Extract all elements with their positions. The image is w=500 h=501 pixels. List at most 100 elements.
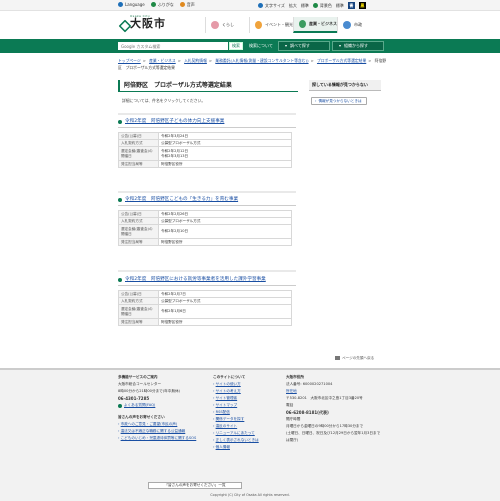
table-row: 入札契約方式 公募型プロポーザル方式 — [118, 217, 292, 226]
text-size-label: 文字サイズ — [258, 3, 285, 8]
color-blue-button[interactable]: 青 — [347, 2, 355, 9]
row-value: 公募型プロポーザル方式 — [158, 297, 292, 306]
row-value: 令和2年2月7日 — [158, 290, 292, 299]
footer-link[interactable]: サイト管理者 — [213, 395, 283, 402]
row-label: 発注担当局等 — [118, 318, 159, 327]
footer-link[interactable]: サイトの使い方 — [213, 381, 283, 388]
footer-link[interactable]: 違反のサイト — [213, 423, 283, 430]
table-row: 選定会議(審査会)の開催日 令和2年2月10日 — [118, 224, 292, 240]
event-icon — [255, 21, 262, 29]
office-closed-days: (土曜日、日曜日、祝日及び12月29日から翌年1月3日までは閉庁) — [286, 431, 381, 442]
not-found-help-button[interactable]: › 情報が見つからないときは — [311, 97, 367, 105]
corporate-number: 法人番号: 6000020271004 — [286, 382, 333, 386]
footer-city-office: 大阪市役所 法人番号: 6000020271004 所在地 〒530-8201 … — [286, 374, 382, 444]
speech-link[interactable]: 音声 — [179, 2, 195, 8]
enlarge-button[interactable]: 拡大 — [289, 3, 297, 8]
footer-link[interactable]: サイトの考え方 — [213, 388, 283, 395]
standard-size-button[interactable]: 標準 — [301, 3, 309, 8]
sidebar: 探している情報が見つからない › 情報が見つからないときは — [309, 80, 381, 105]
breadcrumb-link[interactable]: 入札契約情報 — [184, 58, 207, 63]
breadcrumb: トップページ > 産業・ビジネス > 入札契約情報 > 業務委託(入札情報(測量・建設… — [118, 57, 388, 71]
section-divider — [118, 191, 296, 193]
breadcrumb-link[interactable]: トップページ — [118, 58, 141, 63]
faq-link[interactable]: よくある質問(FAQ) — [118, 402, 218, 409]
row-label: 選定会議(審査会)の開催日 — [118, 146, 159, 162]
call-center-hours: 8時00分から21時00分まで(年中無休) — [118, 389, 180, 393]
call-center-name: 大阪市総合コールセンター — [118, 382, 162, 386]
section-heading: 令和2年度 阿倍野区子どもの体力向上支援事業 — [118, 119, 296, 129]
table-row: 公告(公募)日 令和2年2月26日 — [118, 210, 292, 219]
row-value: 公募型プロポーザル方式 — [158, 139, 292, 148]
row-label: 選定会議(審査会)の開催日 — [118, 224, 159, 240]
table-row: 公告(公募)日 令和2年3月24日 — [118, 132, 292, 141]
utility-right: 文字サイズ 拡大 標準 背景色 標準 青 黒 — [258, 2, 366, 9]
breadcrumb-link[interactable]: 業務委託(入札情報(測量・建設コンサルタント等含む)) — [215, 58, 308, 63]
footer-heading: 多機能サービスのご案内 — [118, 375, 158, 379]
language-link[interactable]: Language — [118, 2, 145, 8]
section-title-link[interactable]: 令和2年度 阿倍野区こどもの「生きる力」を育む事業 — [125, 197, 238, 203]
row-value: 阿倍野区役所 — [158, 160, 292, 169]
voice-heading: 皆さんの声をお寄せください — [118, 415, 165, 419]
palette-icon — [312, 2, 318, 8]
footer-link[interactable]: RSS配信 — [213, 409, 283, 416]
utility-left: Language ふりがな 音声 — [118, 2, 195, 8]
arrow-right-icon — [118, 278, 122, 283]
voice-list-button[interactable]: 「皆さんの声をお寄せください」一覧 — [148, 482, 242, 489]
house-icon — [211, 21, 219, 29]
access-link[interactable]: 所在地 — [286, 388, 382, 395]
browse-by-org-button[interactable]: ▾ 組織から探す — [332, 41, 384, 51]
section-title-link[interactable]: 令和2年度 阿倍野区子どもの体力向上支援事業 — [125, 119, 224, 125]
row-label: 公告(公募)日 — [118, 290, 159, 299]
logo-subtitle: Osaka City — [130, 14, 151, 18]
furigana-icon — [150, 2, 156, 8]
footer-link[interactable]: 違法又は不適正な職務に関する公益通報 — [118, 428, 218, 435]
color-black-button[interactable]: 黒 — [358, 2, 366, 9]
call-center-phone: 06-4301-7285 — [118, 396, 150, 401]
faq-icon — [118, 403, 122, 408]
search-help-link[interactable]: 検索について — [249, 43, 273, 48]
site-header: Osaka City 大阪市 くらし イベント・観光 産業・ビジネス 市政 — [0, 11, 500, 39]
row-label: 入札契約方式 — [118, 217, 159, 226]
site-footer: 多機能サービスのご案内 大阪市総合コールセンター 8時00分から21時00分まで… — [0, 368, 500, 501]
footer-link[interactable]: 個人情報 — [213, 444, 283, 451]
row-value: 令和2年2月26日 — [158, 210, 292, 219]
footer-link[interactable]: サイトマップ — [213, 402, 283, 409]
search-button[interactable]: 検索 — [229, 42, 243, 50]
footer-heading: 大阪市役所 — [286, 375, 304, 379]
footer-link[interactable]: 正しく表示されないときは — [213, 437, 283, 444]
breadcrumb-link[interactable]: 産業・ビジネス — [149, 58, 176, 63]
color-standard-button[interactable]: 標準 — [336, 3, 344, 8]
nav-business[interactable]: 産業・ビジネス — [293, 17, 337, 33]
table-row: 選定会議(審査会)の開催日 令和2年2月12日 令和2年3月13日 — [118, 146, 292, 162]
result-section: 令和2年度 阿倍野区こどもの「生きる力」を育む事業 公告(公募)日 令和2年2月2… — [118, 197, 296, 247]
result-table: 公告(公募)日 令和2年2月26日 入札契約方式 公募型プロポーザル方式 選定会議(… — [118, 210, 292, 247]
utility-bar: Language ふりがな 音声 文字サイズ 拡大 標準 背景色 標準 青 黒 — [0, 0, 500, 11]
table-row: 入札契約方式 公募型プロポーザル方式 — [118, 297, 292, 306]
nav-events[interactable]: イベント・観光 — [249, 17, 293, 33]
section-title-link[interactable]: 令和2年度 阿倍野区における就労等事業者を活用した課外学習事業 — [125, 277, 266, 283]
search-input[interactable] — [118, 42, 228, 50]
table-row: 発注担当局等 阿倍野区役所 — [118, 238, 292, 247]
chevron-right-icon: › — [315, 98, 317, 103]
footer-link[interactable]: リニューアルにあたって — [213, 430, 283, 437]
page-top-link[interactable]: ページの先頭へ戻る — [335, 356, 374, 361]
row-value: 令和2年2月12日 令和2年3月13日 — [158, 146, 292, 162]
footer-link[interactable]: こどものいじめ・児童虐待体罰等に関するSOS — [118, 435, 218, 442]
table-row: 公告(公募)日 令和2年2月7日 — [118, 290, 292, 299]
nav-shisei[interactable]: 市政 — [337, 17, 381, 33]
breadcrumb-separator: > — [310, 58, 314, 63]
furigana-link[interactable]: ふりがな — [150, 2, 174, 8]
hours-label: 開庁時間 — [286, 417, 301, 421]
footer-link[interactable]: 市政へのご意見・ご要望(市民の声) — [118, 421, 218, 428]
result-section: 令和2年度 阿倍野区子どもの体力向上支援事業 公告(公募)日 令和2年3月24日 … — [118, 119, 296, 169]
sidebar-heading: 探している情報が見つからない — [309, 80, 381, 91]
footer-contact: 多機能サービスのご案内 大阪市総合コールセンター 8時00分から21時00分まで… — [118, 374, 218, 442]
browse-by-topic-button[interactable]: ▾ 調べて探す — [278, 41, 330, 51]
footer-heading: このサイトについて — [213, 375, 246, 379]
breadcrumb-link[interactable]: プロポーザル方式等選定結果 — [317, 58, 366, 63]
row-label: 入札契約方式 — [118, 139, 159, 148]
site-logo[interactable]: Osaka City 大阪市 — [118, 14, 166, 32]
intro-text: 詳細については、件名をクリックしてください。 — [122, 98, 206, 103]
nav-kurashi[interactable]: くらし — [205, 17, 249, 33]
footer-link[interactable]: 関係データを探す — [213, 416, 283, 423]
